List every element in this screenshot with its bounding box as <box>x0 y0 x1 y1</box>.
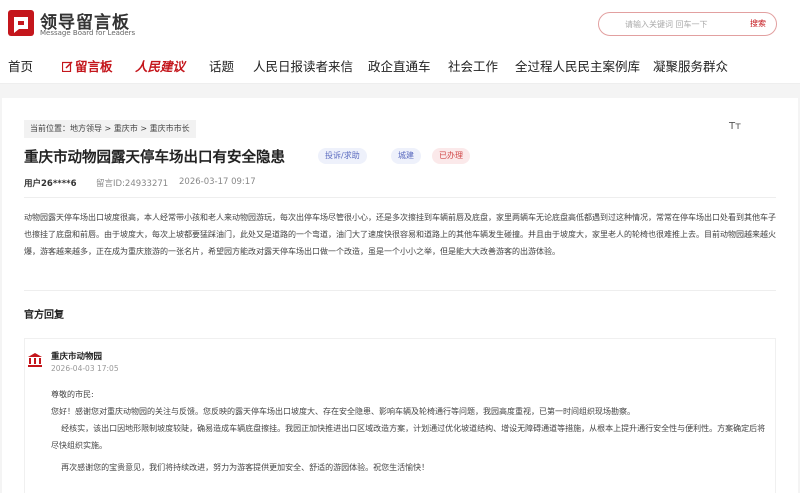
reply-org-name: 重庆市动物园 <box>51 352 103 362</box>
main-nav: 首页 留言板 人民建议 话题 人民日报读者来信 政企直通车 社会工作 全过程人民… <box>0 44 800 84</box>
category-badge: 投诉/求助 <box>318 148 367 164</box>
nav-item-people-suggestion[interactable]: 人民建议 <box>135 56 185 75</box>
government-building-icon <box>28 353 42 367</box>
nav-item-message-board[interactable]: 留言板 <box>61 56 113 75</box>
message-body: 动物园露天停车场出口坡度很高，本人经常带小孩和老人来动物园游玩，每次出停车场尽管… <box>24 213 776 256</box>
nav-item-home[interactable]: 首页 <box>8 56 33 75</box>
logo-icon[interactable] <box>8 10 34 36</box>
font-size-icon[interactable]: Tт <box>729 121 741 132</box>
reply-paragraph: 经核实，该出口因地形限制坡度较陡，确易造成车辆底盘擦挂。我园正加快推进出口区域改… <box>51 424 766 450</box>
logo-subtitle: Message Board for Leaders <box>40 29 136 37</box>
nav-item-case-library[interactable]: 全过程人民民主案例库 <box>515 56 640 75</box>
nav-item-serve-masses[interactable]: 凝聚服务群众 <box>653 56 728 75</box>
status-badge: 已办理 <box>432 148 470 164</box>
message-time: 2026-03-17 09:17 <box>179 177 256 187</box>
author-name: 用户26****6 <box>24 179 77 189</box>
nav-item-label: 留言板 <box>75 59 113 74</box>
top-header: 领导留言板 Message Board for Leaders 搜索 <box>0 0 800 44</box>
search-input[interactable] <box>625 17 735 31</box>
reply-greeting: 尊敬的市民: <box>51 390 94 399</box>
reply-date: 2026-04-03 17:05 <box>51 364 119 373</box>
nav-item-gov-enterprise[interactable]: 政企直通车 <box>368 56 431 75</box>
search-button[interactable]: 搜索 <box>750 18 766 29</box>
page-title: 重庆市动物园露天停车场出口有安全隐患 <box>24 150 285 166</box>
search-box[interactable]: 搜索 <box>598 12 777 36</box>
official-reply-heading: 官方回复 <box>24 310 64 321</box>
breadcrumb[interactable]: 当前位置：地方领导 > 重庆市 > 重庆市市长 <box>24 120 196 138</box>
nav-item-topics[interactable]: 话题 <box>209 56 234 75</box>
edit-icon <box>61 61 73 73</box>
reply-paragraph: 您好！感谢您对重庆动物园的关注与反馈。您反映的露天停车场出口坡度大、存在安全隐患… <box>51 407 635 416</box>
message-id: 留言ID:24933271 <box>96 179 169 189</box>
domain-badge: 城建 <box>391 148 421 164</box>
divider <box>24 197 776 198</box>
divider <box>24 290 776 291</box>
nav-item-social-work[interactable]: 社会工作 <box>448 56 498 75</box>
nav-item-reader-letters[interactable]: 人民日报读者来信 <box>253 56 353 75</box>
reply-paragraph: 再次感谢您的宝贵意见，我们将持续改进，努力为游客提供更加安全、舒适的游园体验。祝… <box>51 463 430 472</box>
